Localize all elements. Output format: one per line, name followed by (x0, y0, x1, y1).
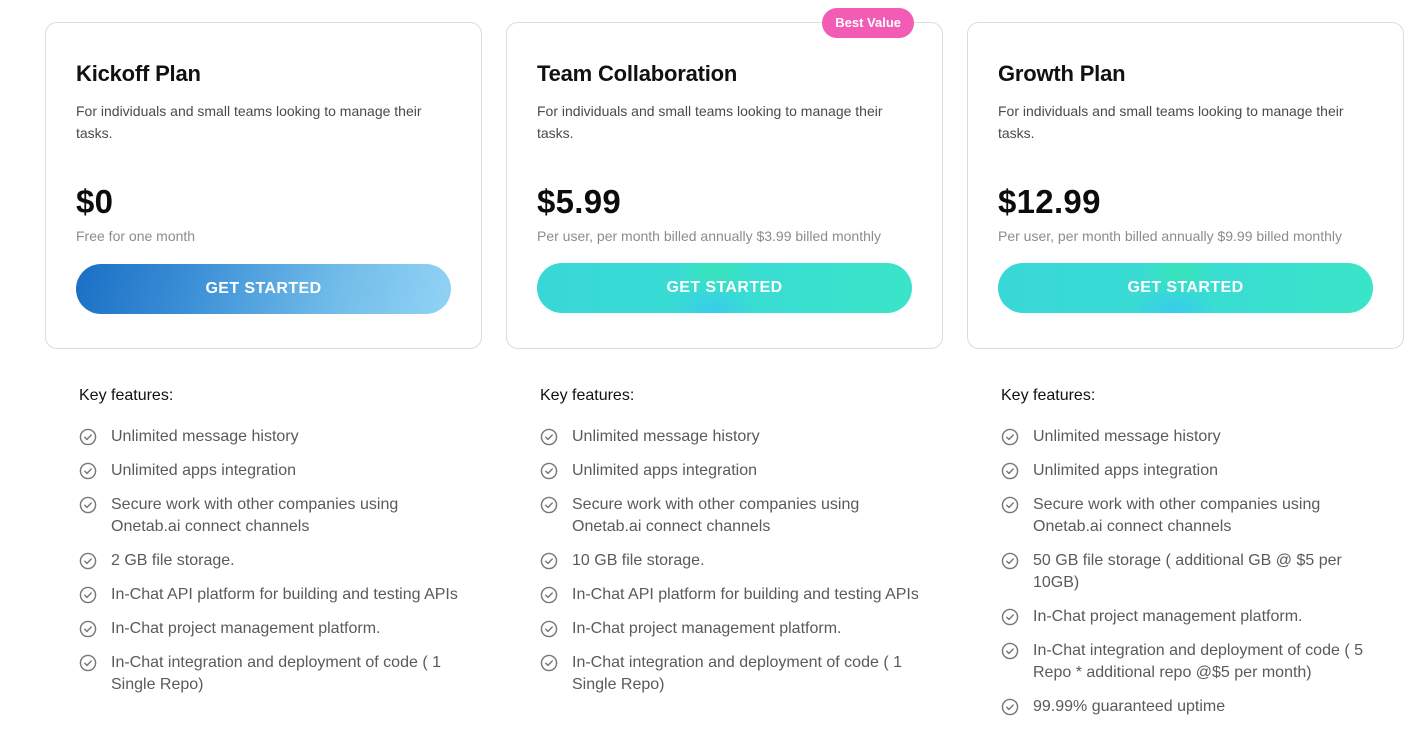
feature-text: Unlimited apps integration (1033, 462, 1218, 479)
feature-text: In-Chat project management platform. (111, 620, 381, 637)
plan-column-kickoff: Kickoff Plan For individuals and small t… (45, 22, 482, 708)
key-features: Key features: Unlimited message history U… (45, 386, 482, 696)
feature-item: 99.99% guaranteed uptime (1001, 696, 1381, 718)
feature-item: Secure work with other companies using O… (1001, 494, 1381, 538)
feature-text: In-Chat integration and deployment of co… (111, 654, 441, 693)
feature-text: Secure work with other companies using O… (1033, 496, 1321, 535)
feature-item: Unlimited message history (79, 426, 459, 448)
feature-text: In-Chat integration and deployment of co… (1033, 642, 1363, 681)
feature-text: In-Chat project management platform. (1033, 608, 1303, 625)
check-circle-icon (1001, 608, 1019, 626)
feature-item: 50 GB file storage ( additional GB @ $5 … (1001, 550, 1381, 594)
get-started-button[interactable]: GET STARTED (537, 263, 912, 313)
check-circle-icon (540, 496, 558, 514)
feature-item: Secure work with other companies using O… (79, 494, 459, 538)
feature-item: Unlimited apps integration (79, 460, 459, 482)
feature-text: Unlimited apps integration (572, 462, 757, 479)
feature-item: Unlimited apps integration (540, 460, 920, 482)
feature-text: 50 GB file storage ( additional GB @ $5 … (1033, 552, 1342, 591)
check-circle-icon (540, 620, 558, 638)
plan-price-note: Free for one month (76, 228, 196, 244)
plan-title: Kickoff Plan (76, 61, 201, 86)
plan-card: Growth Plan For individuals and small te… (967, 22, 1404, 349)
best-value-badge: Best Value (822, 8, 914, 38)
feature-item: In-Chat project management platform. (79, 618, 459, 640)
plan-description: For individuals and small teams looking … (76, 103, 422, 141)
check-circle-icon (79, 552, 97, 570)
check-circle-icon (79, 654, 97, 672)
features-title: Key features: (1001, 387, 1096, 404)
plan-title: Team Collaboration (537, 61, 738, 86)
check-circle-icon (1001, 698, 1019, 716)
feature-item: 10 GB file storage. (540, 550, 920, 572)
feature-item: In-Chat project management platform. (1001, 606, 1381, 628)
feature-item: In-Chat integration and deployment of co… (1001, 640, 1381, 684)
plan-card: Kickoff Plan For individuals and small t… (45, 22, 482, 349)
feature-text: In-Chat integration and deployment of co… (572, 654, 902, 693)
get-started-button[interactable]: GET STARTED (998, 263, 1373, 313)
plan-description: For individuals and small teams looking … (998, 103, 1344, 141)
check-circle-icon (79, 428, 97, 446)
feature-item: Unlimited message history (540, 426, 920, 448)
feature-text: 10 GB file storage. (572, 552, 705, 569)
feature-item: In-Chat integration and deployment of co… (79, 652, 459, 696)
plan-price: $5.99 (537, 183, 622, 220)
plan-price: $12.99 (998, 183, 1101, 220)
feature-text: 2 GB file storage. (111, 552, 235, 569)
plan-description: For individuals and small teams looking … (537, 103, 883, 141)
key-features: Key features: Unlimited message history U… (506, 386, 943, 696)
feature-text: In-Chat API platform for building and te… (572, 586, 919, 603)
check-circle-icon (1001, 552, 1019, 570)
feature-item: In-Chat project management platform. (540, 618, 920, 640)
key-features: Key features: Unlimited message history U… (967, 386, 1404, 718)
features-title: Key features: (540, 387, 635, 404)
feature-item: Secure work with other companies using O… (540, 494, 920, 538)
check-circle-icon (540, 462, 558, 480)
check-circle-icon (540, 428, 558, 446)
check-circle-icon (79, 462, 97, 480)
check-circle-icon (1001, 462, 1019, 480)
plan-card: Best Value Team Collaboration For indivi… (506, 8, 943, 349)
plan-column-team-collaboration: Best Value Team Collaboration For indivi… (506, 8, 943, 708)
feature-text: Unlimited apps integration (111, 462, 296, 479)
feature-item: In-Chat integration and deployment of co… (540, 652, 920, 696)
check-circle-icon (79, 496, 97, 514)
feature-text: Secure work with other companies using O… (111, 496, 399, 535)
features-title: Key features: (79, 387, 174, 404)
plan-column-growth: Growth Plan For individuals and small te… (967, 22, 1404, 730)
feature-list: Unlimited message history Unlimited apps … (540, 426, 943, 696)
feature-item: In-Chat API platform for building and te… (540, 584, 920, 606)
feature-text: Unlimited message history (572, 428, 760, 445)
feature-text: Unlimited message history (111, 428, 299, 445)
check-circle-icon (1001, 496, 1019, 514)
feature-item: In-Chat API platform for building and te… (79, 584, 459, 606)
plan-price: $0 (76, 183, 114, 220)
check-circle-icon (1001, 642, 1019, 660)
check-circle-icon (540, 586, 558, 604)
feature-text: Secure work with other companies using O… (572, 496, 860, 535)
feature-list: Unlimited message history Unlimited apps … (79, 426, 482, 696)
feature-item: Unlimited apps integration (1001, 460, 1381, 482)
feature-item: 2 GB file storage. (79, 550, 459, 572)
check-circle-icon (79, 620, 97, 638)
feature-item: Unlimited message history (1001, 426, 1381, 448)
check-circle-icon (540, 654, 558, 672)
feature-text: In-Chat project management platform. (572, 620, 842, 637)
pricing-page: Kickoff Plan For individuals and small t… (0, 0, 1423, 750)
plan-price-note: Per user, per month billed annually $9.9… (998, 228, 1342, 244)
feature-list: Unlimited message history Unlimited apps … (1001, 426, 1404, 718)
check-circle-icon (79, 586, 97, 604)
feature-text: 99.99% guaranteed uptime (1033, 698, 1226, 715)
get-started-button[interactable]: GET STARTED (76, 264, 451, 314)
feature-text: Unlimited message history (1033, 428, 1221, 445)
check-circle-icon (540, 552, 558, 570)
plan-price-note: Per user, per month billed annually $3.9… (537, 228, 881, 244)
check-circle-icon (1001, 428, 1019, 446)
feature-text: In-Chat API platform for building and te… (111, 586, 458, 603)
plan-title: Growth Plan (998, 61, 1126, 86)
